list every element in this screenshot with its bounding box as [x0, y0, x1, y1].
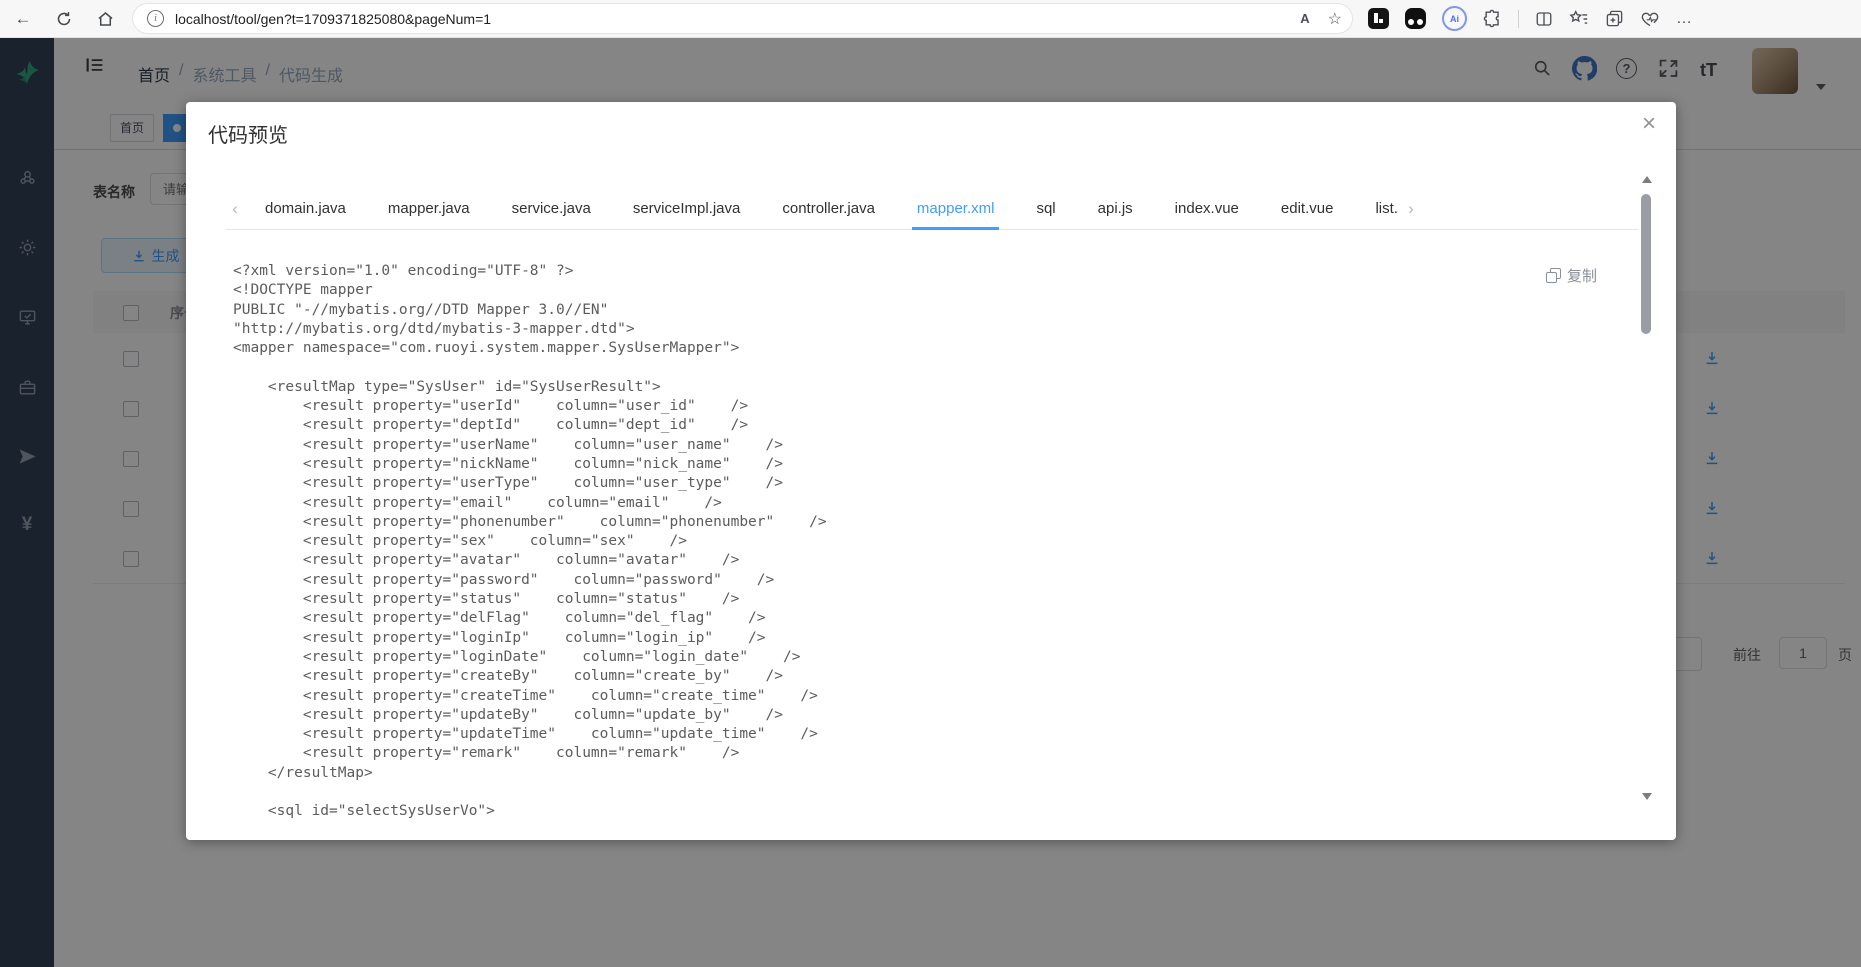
extension-icon-1[interactable]	[1368, 8, 1389, 29]
read-aloud-icon[interactable]: A	[1300, 11, 1309, 26]
tab-domain-java[interactable]: domain.java	[244, 189, 367, 229]
favorites-bar-icon[interactable]	[1569, 9, 1589, 28]
tab-api-js[interactable]: api.js	[1077, 189, 1154, 229]
scroll-up-icon[interactable]	[1642, 176, 1652, 183]
browser-back-button[interactable]: ←	[8, 0, 38, 37]
tabs-scroll-left-icon[interactable]: ‹	[226, 189, 244, 229]
info-icon[interactable]: i	[147, 10, 164, 27]
ai-extension-icon[interactable]: Ai	[1442, 6, 1467, 31]
url-bar[interactable]: i localhost/tool/gen?t=1709371825080&pag…	[133, 4, 1352, 33]
extensions-strip: Ai …	[1368, 0, 1693, 37]
browser-essentials-icon[interactable]	[1640, 10, 1660, 28]
collections-icon[interactable]	[1605, 9, 1624, 28]
tab-serviceimpl-java[interactable]: serviceImpl.java	[612, 189, 762, 229]
favorite-star-icon[interactable]: ☆	[1328, 9, 1342, 29]
tab-service-java[interactable]: service.java	[491, 189, 612, 229]
url-text[interactable]: localhost/tool/gen?t=1709371825080&pageN…	[175, 11, 491, 27]
browser-home-button[interactable]	[90, 0, 120, 37]
dialog-title: 代码预览	[208, 125, 288, 147]
code-block[interactable]: <?xml version="1.0" encoding="UTF-8" ?> …	[233, 262, 1593, 822]
file-tabs: ‹ domain.java mapper.java service.java s…	[226, 188, 1638, 230]
extensions-puzzle-icon[interactable]	[1483, 9, 1502, 28]
scroll-down-icon[interactable]	[1642, 793, 1652, 800]
tabs-scroll-right-icon[interactable]: ›	[1402, 189, 1420, 229]
tab-edit-vue[interactable]: edit.vue	[1260, 189, 1355, 229]
extension-icon-2[interactable]	[1405, 8, 1426, 29]
browser-refresh-icon[interactable]	[49, 0, 79, 37]
tab-list-vue[interactable]: list.	[1354, 189, 1402, 229]
tab-sql[interactable]: sql	[1015, 189, 1076, 229]
browser-menu-button[interactable]: …	[1676, 10, 1693, 28]
tab-controller-java[interactable]: controller.java	[761, 189, 896, 229]
tab-index-vue[interactable]: index.vue	[1154, 189, 1260, 229]
tab-mapper-java[interactable]: mapper.java	[367, 189, 491, 229]
scrollbar-thumb[interactable]	[1641, 194, 1651, 334]
dialog-scrollbar[interactable]	[1638, 150, 1655, 828]
tab-mapper-xml[interactable]: mapper.xml	[896, 189, 1016, 230]
toolbar-separator	[1518, 9, 1519, 28]
screen: ← i localhost/tool/gen?t=1709371825080&p…	[0, 0, 1861, 967]
browser-toolbar: ← i localhost/tool/gen?t=1709371825080&p…	[0, 0, 1861, 38]
split-screen-icon[interactable]	[1535, 10, 1553, 28]
close-icon[interactable]: ×	[1642, 112, 1656, 136]
code-preview-dialog: 代码预览 × ‹ domain.java mapper.java service…	[186, 102, 1676, 840]
